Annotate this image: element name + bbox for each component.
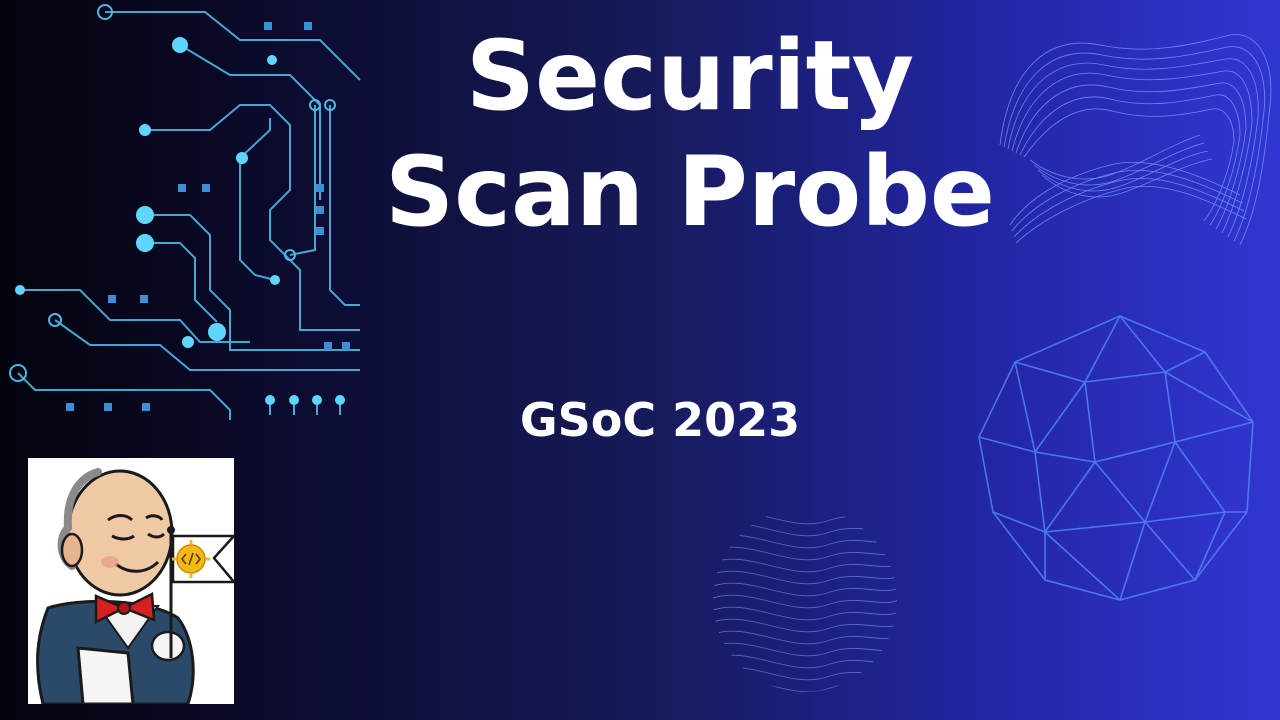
wave-disc-icon xyxy=(713,510,897,692)
jenkins-logo-icon xyxy=(28,458,237,706)
wireframe-sphere-icon xyxy=(978,315,1254,601)
circuit-board-icon xyxy=(9,4,361,420)
title-line-1: Security xyxy=(465,20,915,132)
slide: Security Scan Probe GSoC 2023 xyxy=(0,0,1280,720)
title-line-2: Scan Probe xyxy=(384,136,996,248)
wireframe-ribbon-icon xyxy=(999,34,1272,246)
slide-subtitle: GSoC 2023 xyxy=(519,393,801,447)
slide-title: Security Scan Probe xyxy=(380,18,1000,250)
